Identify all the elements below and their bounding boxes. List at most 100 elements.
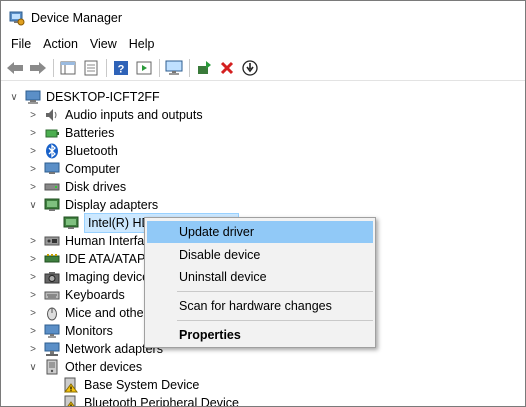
tree-node-label: Monitors bbox=[65, 324, 113, 338]
menu-bar: File Action View Help bbox=[1, 34, 525, 54]
tree-node-label: Other devices bbox=[65, 360, 143, 374]
toolbar-separator bbox=[159, 58, 160, 77]
tree-node-label: Computer bbox=[65, 162, 120, 176]
expand-arrow-icon[interactable]: > bbox=[28, 322, 38, 340]
tree-node-base-system-device[interactable]: Base System Device bbox=[47, 376, 199, 394]
tree-root[interactable]: ∨ DESKTOP-ICFT2FF bbox=[9, 88, 160, 106]
expand-arrow-icon[interactable]: > bbox=[28, 340, 38, 358]
computer-icon bbox=[25, 90, 41, 104]
tree-node-audio[interactable]: > Audio inputs and outputs bbox=[28, 106, 203, 124]
tree-node-label: Bluetooth Peripheral Device bbox=[84, 396, 239, 407]
help-button[interactable]: ? bbox=[111, 58, 131, 78]
tree-node-computer[interactable]: > Computer bbox=[28, 160, 120, 178]
back-icon bbox=[7, 61, 23, 74]
scan-hardware-button[interactable] bbox=[164, 58, 184, 78]
show-hide-pane-button[interactable] bbox=[58, 58, 78, 78]
download-arrow-icon bbox=[242, 59, 258, 76]
collapse-arrow-icon[interactable]: ∨ bbox=[28, 358, 38, 376]
menu-uninstall-device[interactable]: Uninstall device bbox=[147, 266, 373, 288]
menu-disable-device[interactable]: Disable device bbox=[147, 244, 373, 266]
menu-file[interactable]: File bbox=[5, 34, 37, 54]
expand-arrow-icon[interactable]: > bbox=[28, 232, 38, 250]
device-manager-app-icon bbox=[9, 11, 25, 25]
tree-node-label: Bluetooth bbox=[65, 144, 118, 158]
display-adapter-icon bbox=[44, 198, 60, 211]
tree-node-label: Base System Device bbox=[84, 378, 200, 392]
computer-icon bbox=[44, 162, 60, 174]
expand-arrow-icon[interactable]: > bbox=[28, 142, 38, 160]
collapse-arrow-icon[interactable]: ∨ bbox=[28, 196, 38, 214]
tree-node-bluetooth[interactable]: > Bluetooth bbox=[28, 142, 118, 160]
properties-button[interactable] bbox=[81, 58, 101, 78]
tree-node-bluetooth-peripheral[interactable]: Bluetooth Peripheral Device bbox=[47, 394, 239, 407]
tree-node-label: Batteries bbox=[65, 126, 115, 140]
menu-view[interactable]: View bbox=[84, 34, 123, 54]
tree-node-label: Imaging devices bbox=[65, 270, 156, 284]
tree-node-disk-drives[interactable]: > Disk drives bbox=[28, 178, 126, 196]
toolbar: ? bbox=[1, 55, 525, 81]
tree-node-display-adapters[interactable]: ∨ Display adapters bbox=[28, 196, 158, 214]
disk-drive-icon bbox=[44, 183, 60, 191]
forward-icon bbox=[30, 61, 46, 74]
collapse-arrow-icon[interactable]: ∨ bbox=[9, 88, 19, 106]
tree-node-label: Display adapters bbox=[65, 198, 159, 212]
menu-help[interactable]: Help bbox=[123, 34, 161, 54]
tree-node-imaging[interactable]: > Imaging devices bbox=[28, 268, 155, 286]
expand-arrow-icon[interactable]: > bbox=[28, 106, 38, 124]
tree-node-label: Disk drives bbox=[65, 180, 127, 194]
toolbar-separator bbox=[106, 58, 107, 77]
expand-arrow-icon[interactable]: > bbox=[28, 160, 38, 178]
display-adapter-icon bbox=[63, 216, 79, 229]
menu-update-driver[interactable]: Update driver bbox=[147, 221, 373, 243]
back-button[interactable] bbox=[5, 58, 25, 78]
menu-separator bbox=[177, 291, 373, 292]
expand-arrow-icon[interactable]: > bbox=[28, 178, 38, 196]
tree-root-label: DESKTOP-ICFT2FF bbox=[46, 90, 160, 104]
keyboard-icon bbox=[44, 291, 60, 300]
disable-toolbar-button[interactable] bbox=[240, 58, 260, 78]
menu-scan-hardware[interactable]: Scan for hardware changes bbox=[147, 295, 373, 317]
device-manager-window: Device Manager File Action View Help ? ∨… bbox=[0, 0, 526, 407]
monitor-icon bbox=[165, 60, 183, 75]
menu-properties[interactable]: Properties bbox=[147, 324, 373, 346]
warning-device-icon bbox=[64, 377, 78, 393]
arrow-spacer bbox=[47, 214, 57, 232]
expand-arrow-icon[interactable]: > bbox=[28, 268, 38, 286]
hid-icon bbox=[44, 236, 60, 246]
bluetooth-icon bbox=[46, 143, 58, 159]
arrow-spacer bbox=[47, 376, 57, 394]
expand-arrow-icon[interactable]: > bbox=[28, 304, 38, 322]
window-title: Device Manager bbox=[31, 10, 123, 25]
expand-arrow-icon[interactable]: > bbox=[28, 250, 38, 268]
ide-icon bbox=[44, 254, 60, 263]
properties-sheet-icon bbox=[84, 60, 98, 75]
tree-node-other-devices[interactable]: ∨ Other devices bbox=[28, 358, 142, 376]
speaker-icon bbox=[46, 109, 57, 121]
properties-pane-icon bbox=[60, 61, 76, 74]
help-icon: ? bbox=[114, 60, 128, 75]
uninstall-toolbar-button[interactable] bbox=[217, 58, 237, 78]
toolbar-separator bbox=[53, 58, 54, 77]
battery-icon bbox=[45, 129, 59, 138]
tree-node-batteries[interactable]: > Batteries bbox=[28, 124, 114, 142]
monitor-icon bbox=[44, 324, 60, 338]
camera-icon bbox=[44, 272, 60, 284]
arrow-spacer bbox=[47, 394, 57, 406]
tree-node-network[interactable]: > Network adapters bbox=[28, 340, 163, 358]
menu-action[interactable]: Action bbox=[37, 34, 84, 54]
update-driver-icon bbox=[198, 60, 211, 74]
forward-button[interactable] bbox=[28, 58, 48, 78]
expand-arrow-icon[interactable]: > bbox=[28, 124, 38, 142]
other-devices-icon bbox=[46, 359, 58, 375]
tree-node-keyboards[interactable]: > Keyboards bbox=[28, 286, 125, 304]
mouse-icon bbox=[47, 307, 57, 321]
title-bar: Device Manager bbox=[1, 1, 525, 34]
tree-node-monitors[interactable]: > Monitors bbox=[28, 322, 113, 340]
uninstall-x-icon bbox=[220, 61, 234, 74]
update-driver-toolbar-button[interactable] bbox=[194, 58, 214, 78]
context-menu: Update driver Disable device Uninstall d… bbox=[144, 217, 376, 348]
run-icon bbox=[136, 61, 152, 74]
toolbar-separator bbox=[189, 58, 190, 77]
run-button[interactable] bbox=[134, 58, 154, 78]
expand-arrow-icon[interactable]: > bbox=[28, 286, 38, 304]
